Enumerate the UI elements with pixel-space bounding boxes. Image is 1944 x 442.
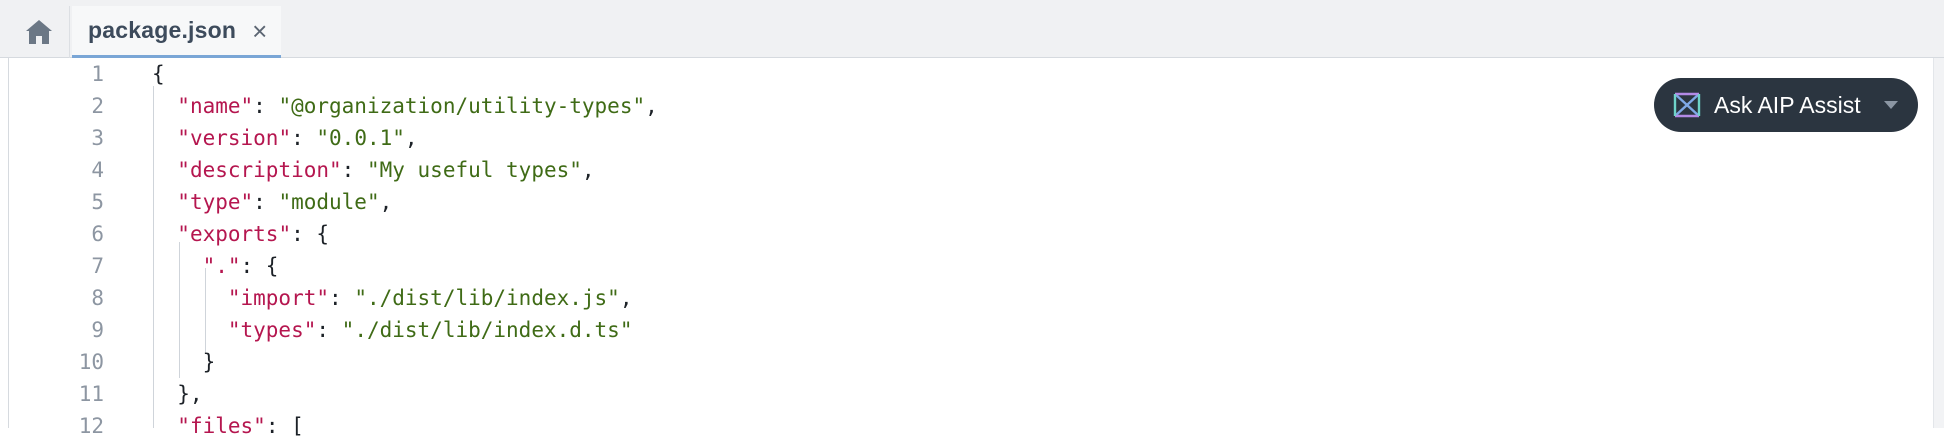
line-number: 3 [91,126,104,150]
json-punctuation: , [404,126,418,150]
json-punctuation: , [581,158,595,182]
code-text: "type": "module", [152,186,392,218]
caret-down-icon[interactable] [1884,101,1898,109]
line-number: 7 [91,254,104,278]
json-punctuation: : { [240,254,279,278]
indent-guide [205,268,206,352]
code-text: }, [152,378,203,410]
json-punctuation: , [619,286,633,310]
code-line[interactable]: 7 ".": { [9,250,1909,282]
json-key: "exports" [177,222,292,246]
code-line[interactable]: 6 "exports": { [9,218,1909,250]
ask-aip-assist-label: Ask AIP Assist [1714,91,1861,118]
json-punctuation: : [291,126,317,150]
line-number: 11 [78,382,104,406]
json-punctuation [152,254,203,278]
json-punctuation [152,94,177,118]
code-text: ".": { [152,250,279,282]
json-punctuation: , [379,190,393,214]
code-line[interactable]: 12 "files": [ [9,410,1909,442]
code-text: "import": "./dist/lib/index.js", [152,282,633,314]
code-text: "files": [ [152,410,304,442]
json-string: "@organization/utility-types" [278,94,646,118]
code-line[interactable]: 3 "version": "0.0.1", [9,122,1909,154]
json-string: "module" [278,190,380,214]
ask-aip-assist-button[interactable]: Ask AIP Assist [1654,78,1918,132]
json-key: "." [202,254,241,278]
json-punctuation [152,222,177,246]
line-number: 9 [91,318,104,342]
json-punctuation: : { [291,222,330,246]
home-button[interactable] [8,6,70,58]
json-punctuation: { [152,62,165,86]
json-punctuation: : [253,94,279,118]
json-key: "description" [177,158,342,182]
json-punctuation [152,126,177,150]
code-text: "types": "./dist/lib/index.d.ts" [152,314,633,346]
json-punctuation [152,414,177,438]
code-text: "version": "0.0.1", [152,122,418,154]
tab-bar: package.json × [0,0,1944,58]
json-punctuation: , [645,94,658,118]
indent-guide [179,242,180,378]
code-line[interactable]: 5 "type": "module", [9,186,1909,218]
json-punctuation [152,158,177,182]
code-editor[interactable]: 1{2 "name": "@organization/utility-types… [8,58,1944,438]
json-key: "import" [227,286,330,310]
json-key: "name" [177,94,254,118]
json-key: "type" [177,190,254,214]
code-line[interactable]: 8 "import": "./dist/lib/index.js", [9,282,1909,314]
tab-package-json[interactable]: package.json × [72,6,282,58]
json-punctuation [152,190,177,214]
code-line[interactable]: 9 "types": "./dist/lib/index.d.ts" [9,314,1909,346]
json-key: "types" [227,318,317,342]
line-number: 10 [78,350,104,374]
json-string: "./dist/lib/index.d.ts" [341,318,633,342]
json-punctuation: } [152,350,216,374]
json-punctuation: : [341,158,367,182]
line-number: 1 [91,62,104,86]
line-number: 6 [91,222,104,246]
json-punctuation: }, [152,382,203,406]
code-line[interactable]: 2 "name": "@organization/utility-types", [9,90,1909,122]
editor-scrollbar[interactable] [1933,58,1944,428]
json-key: "files" [177,414,266,438]
line-number: 12 [78,414,104,438]
json-string: "My useful types" [366,158,582,182]
code-text: "name": "@organization/utility-types", [152,90,658,122]
json-punctuation: : [253,190,279,214]
code-text: "description": "My useful types", [152,154,595,186]
json-punctuation [152,318,228,342]
line-number: 4 [91,158,104,182]
json-punctuation: : [ [265,414,304,438]
json-punctuation: : [316,318,342,342]
json-punctuation: : [329,286,355,310]
home-icon [25,20,52,44]
json-string: "0.0.1" [316,126,405,150]
indent-guide [153,86,154,428]
close-icon[interactable]: × [252,18,267,44]
code-line[interactable]: 4 "description": "My useful types", [9,154,1909,186]
line-number: 5 [91,190,104,214]
code-line[interactable]: 10 } [9,346,1909,378]
aip-logo-icon [1673,92,1701,118]
json-punctuation [152,286,228,310]
line-number: 8 [91,286,104,310]
json-string: "./dist/lib/index.js" [354,286,620,310]
tab-label: package.json [88,17,237,43]
code-line[interactable]: 1{ [9,58,1909,90]
json-key: "version" [177,126,292,150]
line-number: 2 [91,94,104,118]
code-line[interactable]: 11 }, [9,378,1909,410]
